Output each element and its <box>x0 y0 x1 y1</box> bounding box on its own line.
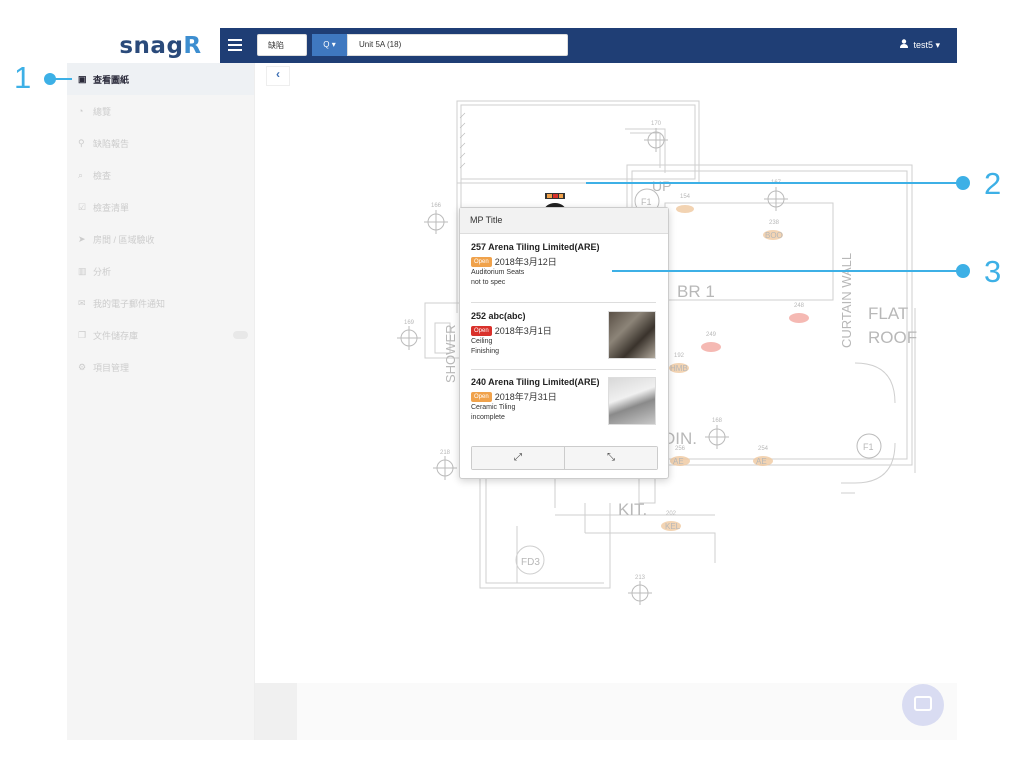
callout-lines <box>44 73 970 278</box>
